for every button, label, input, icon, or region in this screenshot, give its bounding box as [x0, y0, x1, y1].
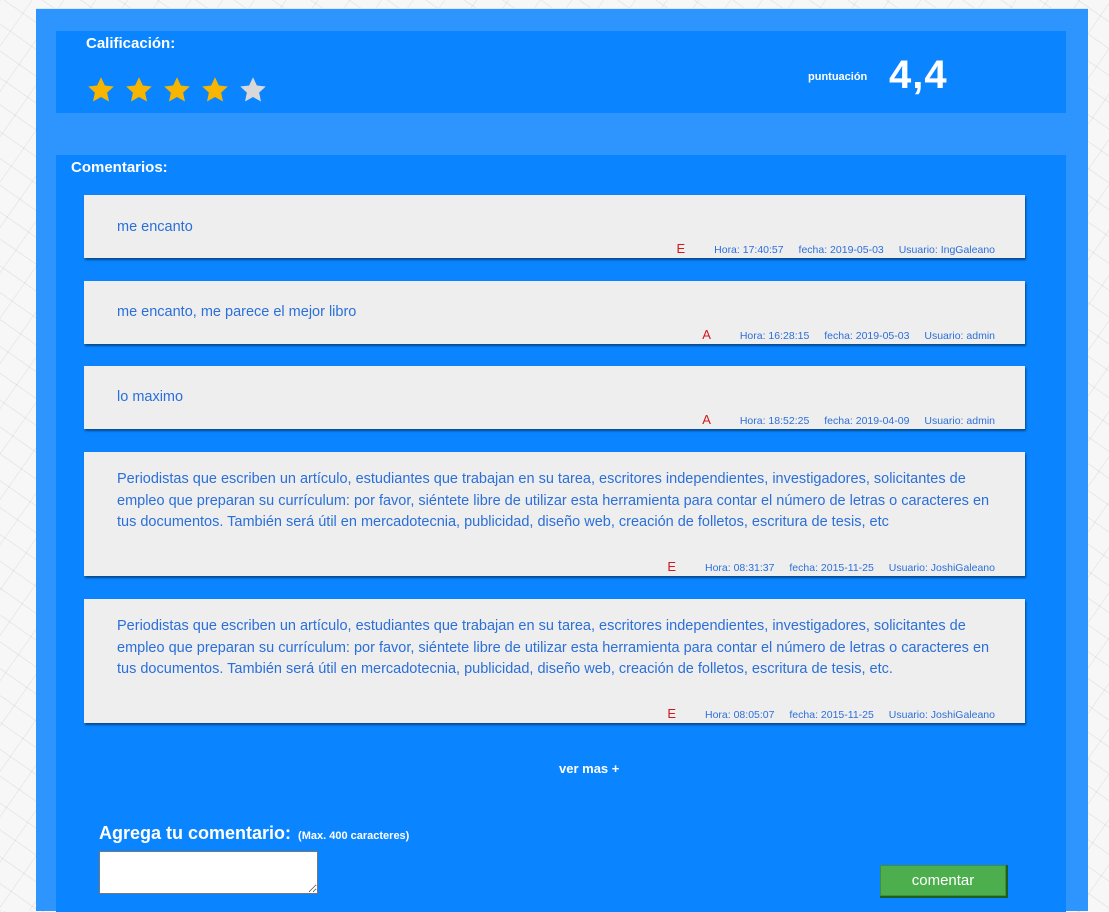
show-more-link[interactable]: ver mas +	[559, 761, 619, 776]
comment-user: Usuario: JoshiGaleano	[888, 709, 995, 721]
comment-badge: E	[676, 241, 686, 256]
comment-meta: E Hora: 08:31:37 fecha: 2015-11-25 Usuar…	[667, 559, 995, 574]
comment-user: Usuario: admin	[924, 415, 995, 427]
comment-date: fecha: 2019-05-03	[798, 244, 884, 256]
comment-card: Periodistas que escriben un artículo, es…	[84, 452, 1025, 576]
comment-date: fecha: 2015-11-25	[789, 709, 874, 721]
score-label: puntuación	[808, 71, 868, 83]
comment-meta: E Hora: 17:40:57 fecha: 2019-05-03 Usuar…	[677, 241, 995, 256]
comment-badge: A	[702, 412, 711, 427]
comment-card: me encanto E Hora: 17:40:57 fecha: 2019-…	[84, 195, 1025, 258]
star-icon[interactable]	[86, 75, 116, 105]
star-icon[interactable]	[162, 75, 192, 105]
comment-card: me encanto, me parece el mejor libro A H…	[84, 281, 1025, 344]
comment-text: me encanto, me parece el mejor libro	[117, 304, 357, 320]
comment-input[interactable]	[99, 851, 318, 894]
comment-meta: E Hora: 08:05:07 fecha: 2015-11-25 Usuar…	[667, 706, 995, 721]
comments-section: Comentarios: me encanto E Hora: 17:40:57…	[56, 155, 1066, 912]
comment-badge: E	[667, 706, 677, 721]
rating-section: Calificación: puntuación 4,4	[56, 31, 1066, 113]
comments-title: Comentarios:	[71, 159, 168, 176]
comment-user: Usuario: IngGaleano	[898, 244, 995, 256]
star-icon[interactable]	[124, 75, 154, 105]
comment-submit-button[interactable]: comentar	[880, 865, 1008, 898]
book-feedback-panel: Calificación: puntuación 4,4 Comentarios…	[36, 8, 1088, 912]
rating-title: Calificación:	[86, 35, 176, 52]
comment-card: Periodistas que escriben un artículo, es…	[84, 599, 1025, 723]
star-icon[interactable]	[238, 75, 268, 105]
comment-time: Hora: 08:05:07	[705, 709, 775, 721]
star-icon[interactable]	[200, 75, 230, 105]
comment-user: Usuario: JoshiGaleano	[888, 562, 995, 574]
comment-date: fecha: 2015-11-25	[789, 562, 874, 574]
add-comment-title: Agrega tu comentario: (Max. 400 caracter…	[99, 823, 409, 844]
comment-date: fecha: 2019-05-03	[824, 330, 910, 342]
comment-meta: A Hora: 16:28:15 fecha: 2019-05-03 Usuar…	[702, 327, 995, 342]
comment-card: lo maximo A Hora: 18:52:25 fecha: 2019-0…	[84, 366, 1025, 429]
score-value: 4,4	[889, 53, 948, 97]
comment-meta: A Hora: 18:52:25 fecha: 2019-04-09 Usuar…	[702, 412, 995, 427]
max-characters-note: (Max. 400 caracteres)	[298, 830, 410, 842]
comment-text: me encanto	[117, 219, 193, 235]
comment-time: Hora: 16:28:15	[739, 330, 810, 342]
comment-date: fecha: 2019-04-09	[824, 415, 910, 427]
add-comment-label: Agrega tu comentario:	[99, 823, 292, 843]
comment-text: Periodistas que escriben un artículo, es…	[117, 618, 990, 677]
star-rating[interactable]	[86, 75, 268, 105]
comment-time: Hora: 08:31:37	[705, 562, 775, 574]
comment-badge: A	[702, 327, 711, 342]
comment-text: lo maximo	[117, 389, 184, 405]
comment-text: Periodistas que escriben un artículo, es…	[117, 471, 990, 530]
comment-time: Hora: 17:40:57	[714, 244, 784, 256]
comment-user: Usuario: admin	[924, 330, 995, 342]
comment-time: Hora: 18:52:25	[739, 415, 810, 427]
comment-badge: E	[667, 559, 677, 574]
